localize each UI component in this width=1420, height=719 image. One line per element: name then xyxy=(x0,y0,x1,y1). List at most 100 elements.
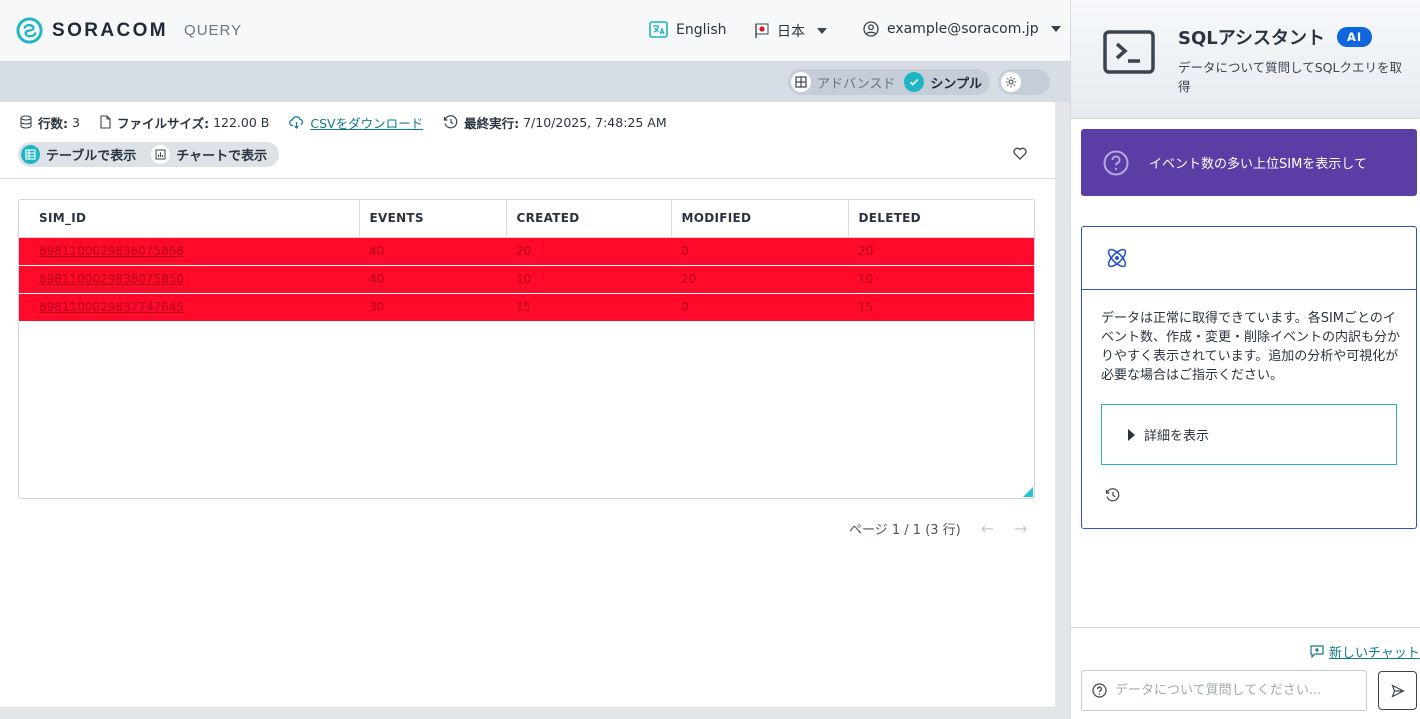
sql-assistant-panel: SQLアシスタント AI データについて質問してSQLクエリを取得 イベント数の… xyxy=(1070,0,1420,719)
view-toggle: テーブルで表示 チャートで表示 xyxy=(18,142,280,167)
file-size: ファイルサイズ: 122.00 B xyxy=(100,113,269,132)
check-icon xyxy=(904,72,925,92)
vertical-scrollbar[interactable] xyxy=(1055,102,1070,707)
mode-advanced-option[interactable]: アドバンスド xyxy=(788,69,901,95)
file-icon xyxy=(100,115,111,129)
table-row: 8981100029837747645 30 15 0 15 xyxy=(19,293,1034,322)
table-cell: 20 xyxy=(506,237,671,266)
assistant-subtitle: データについて質問してSQLクエリを取得 xyxy=(1178,60,1402,94)
row-count-label: 行数: xyxy=(38,115,68,131)
sim-id-link[interactable]: 8981100029838075850 xyxy=(19,265,359,294)
account-email: example@soracom.jp xyxy=(887,21,1039,37)
csv-download-label: CSVをダウンロード xyxy=(310,115,424,131)
table-row: 8981100029838075868 40 20 0 20 xyxy=(19,237,1034,266)
next-page-button[interactable]: → xyxy=(1014,519,1027,538)
table-cell: 15 xyxy=(506,293,671,322)
table-cell: 40 xyxy=(359,237,506,266)
database-icon xyxy=(20,115,32,129)
new-chat-icon xyxy=(1310,645,1324,658)
user-question[interactable]: イベント数の多い上位SIMを表示して xyxy=(1081,129,1417,196)
column-header[interactable]: MODIFIED xyxy=(671,200,849,238)
table-cell: 0 xyxy=(671,293,848,322)
main-area: SORACOM QUERY English 日本 example@soracom… xyxy=(0,0,1070,719)
horizontal-scrollbar[interactable] xyxy=(0,707,1070,719)
column-header[interactable]: SIM_ID xyxy=(19,200,360,238)
file-size-label: ファイルサイズ: xyxy=(116,115,210,131)
logo-text: SORACOM xyxy=(52,19,169,41)
resize-handle[interactable] xyxy=(1023,487,1033,497)
last-run-value: 7/10/2025, 7:48:25 AM xyxy=(523,114,667,130)
chart-view-option[interactable]: チャートで表示 xyxy=(148,142,279,167)
language-label: English xyxy=(676,21,727,38)
new-chat-label: 新しいチャット xyxy=(1329,646,1420,661)
region-selector[interactable]: 日本 xyxy=(755,21,827,41)
region-label: 日本 xyxy=(777,24,805,40)
result-table: SIM_ID EVENTS CREATED MODIFIED DELETED 8… xyxy=(19,200,1034,322)
last-run-label: 最終実行: xyxy=(464,115,520,131)
caret-right-icon xyxy=(1128,428,1135,441)
ai-badge: AI xyxy=(1337,27,1373,47)
table-row: 8981100029838075850 40 10 20 10 xyxy=(19,265,1034,294)
user-circle-icon xyxy=(863,21,879,37)
table-cell: 15 xyxy=(848,293,1034,322)
result-panel: 行数: 3 ファイルサイズ: 122.00 B CSVをダウンロード 最終実行:… xyxy=(0,102,1055,707)
mode-simple-option[interactable]: シンプル xyxy=(901,69,988,95)
chat-input-box xyxy=(1081,670,1367,711)
soracom-logo-icon xyxy=(16,17,43,44)
table-cell: 20 xyxy=(848,237,1034,266)
answer-header xyxy=(1082,227,1416,290)
row-count-value: 3 xyxy=(72,114,80,130)
question-icon xyxy=(1092,683,1107,698)
advanced-mode-icon xyxy=(791,72,811,92)
result-meta: 行数: 3 ファイルサイズ: 122.00 B CSVをダウンロード 最終実行:… xyxy=(20,113,687,131)
account-menu[interactable]: example@soracom.jp xyxy=(863,21,1061,37)
column-header[interactable]: DELETED xyxy=(848,200,1034,238)
column-header[interactable]: CREATED xyxy=(506,200,672,238)
assistant-header: SQLアシスタント AI データについて質問してSQLクエリを取得 xyxy=(1071,0,1420,119)
row-count: 行数: 3 xyxy=(20,113,80,132)
mode-advanced-label: アドバンスド xyxy=(817,76,896,92)
file-size-value: 122.00 B xyxy=(213,114,270,130)
sun-icon xyxy=(1001,72,1021,92)
language-selector[interactable]: English xyxy=(649,21,727,38)
atom-icon xyxy=(1107,248,1127,268)
divider xyxy=(1071,627,1420,628)
table-view-label: テーブルで表示 xyxy=(46,149,137,164)
result-table-container: SIM_ID EVENTS CREATED MODIFIED DELETED 8… xyxy=(18,199,1035,499)
pagination: ページ 1 / 1 (3 行) ← → xyxy=(849,519,1028,538)
japan-flag-icon xyxy=(755,23,769,38)
csv-download-link[interactable]: CSVをダウンロード xyxy=(289,113,423,132)
product-name: QUERY xyxy=(184,22,243,39)
show-details-button[interactable]: 詳細を表示 xyxy=(1101,404,1397,465)
pagination-text: ページ 1 / 1 (3 行) xyxy=(849,523,961,538)
divider xyxy=(0,178,1055,179)
prev-page-button[interactable]: ← xyxy=(981,519,994,538)
mode-toggle: アドバンスド シンプル xyxy=(788,69,990,95)
send-button[interactable] xyxy=(1378,671,1417,710)
theme-toggle[interactable] xyxy=(998,69,1050,95)
assistant-title-row: SQLアシスタント AI xyxy=(1178,24,1373,50)
terminal-icon xyxy=(1103,30,1155,74)
column-header[interactable]: EVENTS xyxy=(359,200,507,238)
question-text: イベント数の多い上位SIMを表示して xyxy=(1149,157,1367,172)
assistant-title: SQLアシスタント xyxy=(1178,28,1326,49)
last-run: 最終実行: 7/10/2025, 7:48:25 AM xyxy=(443,113,667,132)
translate-icon xyxy=(649,21,668,38)
send-icon xyxy=(1390,683,1405,698)
cloud-download-icon xyxy=(289,115,304,129)
table-view-option[interactable]: テーブルで表示 xyxy=(18,142,148,167)
table-header-row: SIM_ID EVENTS CREATED MODIFIED DELETED xyxy=(19,200,1034,238)
sim-id-link[interactable]: 8981100029838075868 xyxy=(19,237,359,266)
history-icon[interactable] xyxy=(1105,488,1120,502)
table-cell: 10 xyxy=(506,265,671,294)
heart-icon[interactable] xyxy=(1013,147,1027,160)
answer-text: データは正常に取得できています。各SIMごとのイベント数、作成・変更・削除イベン… xyxy=(1101,311,1401,383)
logo[interactable]: SORACOM QUERY xyxy=(16,17,242,44)
chat-input[interactable] xyxy=(1115,683,1355,698)
top-header: SORACOM QUERY English 日本 example@soracom… xyxy=(0,0,1070,62)
new-chat-button[interactable]: 新しいチャット xyxy=(1310,642,1420,661)
chart-view-label: チャートで表示 xyxy=(176,149,268,164)
chevron-down-icon xyxy=(817,28,827,34)
chevron-down-icon xyxy=(1050,26,1061,32)
sim-id-link[interactable]: 8981100029837747645 xyxy=(19,293,359,322)
